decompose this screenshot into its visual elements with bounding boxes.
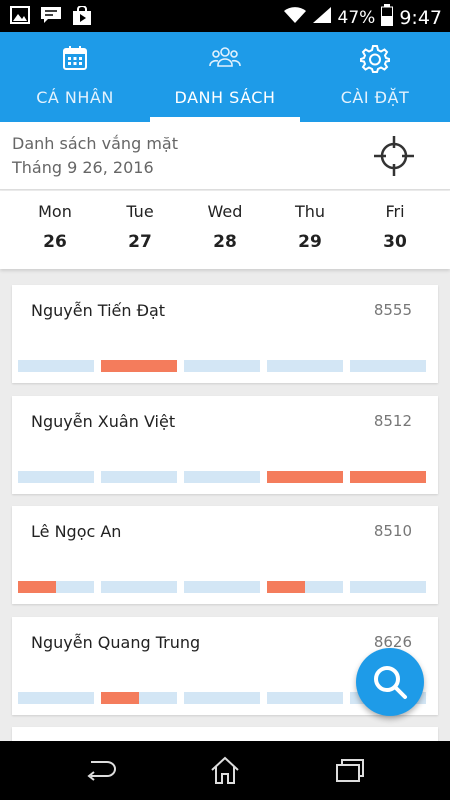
day-name: Tue — [126, 202, 154, 221]
employee-name: Nguyễn Quang Trung — [31, 633, 201, 652]
tab-list[interactable]: DANH SÁCH — [150, 32, 300, 122]
tab-bar: CÁ NHÂN DANH SÁCH CÀI ĐẶT — [0, 32, 450, 122]
day-number: 29 — [298, 232, 322, 252]
crosshair-icon — [374, 136, 414, 176]
tab-list-label: DANH SÁCH — [174, 88, 276, 107]
search-button[interactable] — [356, 648, 424, 716]
day-absence-bar — [184, 692, 260, 704]
back-icon — [87, 761, 116, 781]
employee-name: Nguyễn Xuân Việt — [31, 412, 176, 431]
group-icon — [150, 44, 300, 74]
system-nav-bar — [0, 741, 450, 800]
status-bar: 47% 9:47 — [0, 0, 450, 32]
day-number: 26 — [43, 232, 67, 252]
tab-personal-label: CÁ NHÂN — [36, 88, 114, 107]
tab-personal[interactable]: CÁ NHÂN — [0, 32, 150, 122]
day-absence-bar — [350, 360, 426, 372]
day-absence-bar — [101, 581, 177, 593]
day-absence-bar — [267, 360, 343, 372]
battery-icon — [381, 4, 394, 31]
day-name: Fri — [385, 202, 405, 221]
absence-bars — [18, 471, 431, 483]
day-absence-bar — [267, 692, 343, 704]
absence-bars — [18, 581, 431, 593]
image-icon — [10, 6, 30, 26]
day-wed[interactable]: Wed 28 — [182, 191, 268, 269]
employee-card[interactable]: Nguyễn Tiến Đạt 8555 — [12, 285, 438, 383]
home-button[interactable] — [205, 753, 245, 787]
chat-icon — [40, 6, 62, 26]
search-icon — [374, 666, 407, 699]
employee-id: 8555 — [373, 301, 412, 319]
day-absence-bar — [18, 471, 94, 483]
employee-id: 8510 — [373, 522, 412, 540]
employee-name: Nguyễn Tiến Đạt — [31, 301, 166, 320]
day-absence-bar — [18, 360, 94, 372]
wifi-icon — [283, 6, 306, 29]
clock: 9:47 — [399, 6, 442, 29]
day-absence-bar — [18, 692, 94, 704]
tab-settings[interactable]: CÀI ĐẶT — [300, 32, 450, 122]
day-absence-bar — [101, 692, 177, 704]
recent-apps-icon — [336, 759, 364, 782]
day-mon[interactable]: Mon 26 — [12, 191, 98, 269]
tab-settings-label: CÀI ĐẶT — [340, 88, 410, 107]
week-header: Mon 26 Tue 27 Wed 28 Thu 29 Fri 30 — [0, 191, 450, 269]
day-absence-bar — [184, 581, 260, 593]
day-name: Wed — [207, 202, 243, 221]
day-absence-bar — [184, 471, 260, 483]
day-absence-bar — [18, 581, 94, 593]
day-absence-bar — [101, 471, 177, 483]
day-absence-bar — [184, 360, 260, 372]
day-number: 27 — [128, 232, 152, 252]
notification-icons — [10, 6, 92, 26]
day-absence-bar — [350, 471, 426, 483]
current-date: Tháng 9 26, 2016 — [12, 158, 154, 177]
absence-fill — [267, 471, 343, 483]
recent-apps-button[interactable] — [330, 753, 370, 787]
employee-card-partial[interactable] — [12, 727, 438, 741]
store-icon — [72, 6, 92, 26]
absence-fill — [267, 581, 305, 593]
absence-fill — [350, 471, 426, 483]
back-button[interactable] — [80, 753, 120, 787]
day-absence-bar — [267, 471, 343, 483]
signal-icon — [312, 6, 332, 29]
day-tue[interactable]: Tue 27 — [97, 191, 183, 269]
employee-card[interactable]: Nguyễn Xuân Việt 8512 — [12, 396, 438, 494]
employee-id: 8512 — [373, 412, 412, 430]
absence-fill — [101, 360, 177, 372]
day-absence-bar — [267, 581, 343, 593]
day-name: Mon — [38, 202, 72, 221]
absence-fill — [101, 692, 139, 704]
home-icon — [211, 756, 239, 784]
absence-bars — [18, 360, 431, 372]
page-title: Danh sách vắng mặt — [12, 134, 178, 153]
day-thu[interactable]: Thu 29 — [267, 191, 353, 269]
day-absence-bar — [350, 581, 426, 593]
battery-text: 47% — [337, 7, 376, 28]
day-name: Thu — [294, 202, 326, 221]
day-number: 28 — [213, 232, 237, 252]
gear-icon — [300, 44, 450, 74]
employee-name: Lê Ngọc An — [31, 522, 122, 541]
day-fri[interactable]: Fri 30 — [352, 191, 438, 269]
employee-card[interactable]: Lê Ngọc An 8510 — [12, 506, 438, 604]
day-number: 30 — [383, 232, 407, 252]
calendar-icon — [0, 44, 150, 74]
absence-fill — [18, 581, 56, 593]
locate-button[interactable] — [372, 134, 416, 178]
day-absence-bar — [101, 360, 177, 372]
